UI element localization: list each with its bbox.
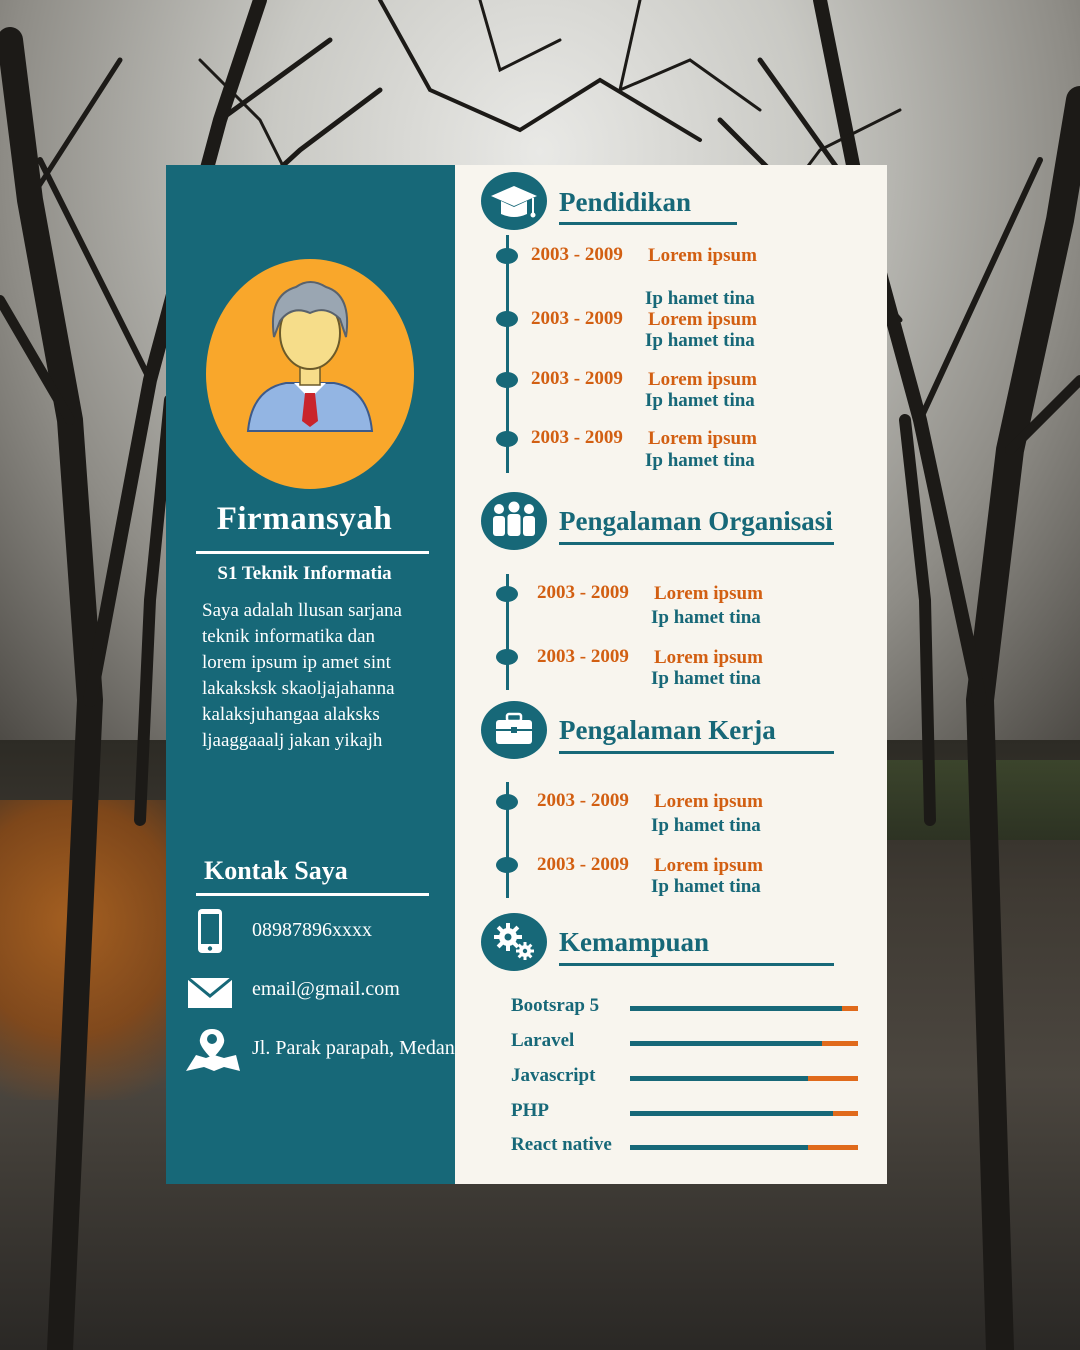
resume-card: Firmansyah S1 Teknik Informatia Saya ada… bbox=[166, 165, 887, 1184]
avatar bbox=[206, 259, 414, 489]
skill-fill bbox=[630, 1041, 822, 1046]
timeline-dot bbox=[496, 586, 518, 602]
timeline-dot bbox=[496, 311, 518, 327]
education-section-icon bbox=[481, 172, 547, 230]
work-years: 2003 - 2009 bbox=[537, 790, 629, 811]
contact-phone: 08987896xxxx bbox=[186, 909, 456, 953]
work-title: Lorem ipsum bbox=[654, 855, 763, 876]
contact-address: Jl. Parak parapah, Medan bbox=[186, 1027, 456, 1071]
gears-icon bbox=[494, 923, 534, 960]
profile-sidebar: Firmansyah S1 Teknik Informatia Saya ada… bbox=[166, 165, 455, 1184]
organization-years: 2003 - 2009 bbox=[537, 646, 629, 667]
organization-subtitle: Ip hamet tina bbox=[651, 607, 761, 628]
skill-bar bbox=[630, 1041, 858, 1046]
education-years: 2003 - 2009 bbox=[531, 244, 623, 265]
name-divider bbox=[196, 551, 429, 554]
timeline-dot bbox=[496, 794, 518, 810]
education-heading-underline bbox=[559, 222, 737, 225]
graduation-cap-icon bbox=[491, 186, 537, 218]
skill-name: Bootsrap 5 bbox=[511, 995, 600, 1016]
people-group-icon bbox=[493, 501, 535, 536]
degree-text: S1 Teknik Informatia bbox=[217, 563, 392, 584]
education-title: Lorem ipsum bbox=[648, 309, 757, 330]
timeline-dot bbox=[496, 649, 518, 665]
user-avatar-icon bbox=[246, 281, 374, 432]
work-title: Lorem ipsum bbox=[654, 791, 763, 812]
education-years: 2003 - 2009 bbox=[531, 427, 623, 448]
education-title: Lorem ipsum bbox=[648, 245, 757, 266]
skill-fill bbox=[630, 1111, 833, 1116]
education-heading: Pendidikan bbox=[559, 187, 692, 217]
skill-name: Javascript bbox=[511, 1065, 596, 1086]
skills-section-icon bbox=[481, 913, 547, 971]
contact-email: email@gmail.com bbox=[186, 968, 456, 1012]
education-subtitle: Ip hamet tina bbox=[645, 390, 755, 411]
timeline-dot bbox=[496, 248, 518, 264]
bio-line: lakaksksk skaoljajahanna bbox=[202, 678, 395, 699]
work-heading-underline bbox=[559, 751, 834, 754]
timeline-dot bbox=[496, 857, 518, 873]
skill-name: React native bbox=[511, 1134, 612, 1155]
organization-title: Lorem ipsum bbox=[654, 647, 763, 668]
skill-fill bbox=[630, 1145, 808, 1150]
contact-divider bbox=[196, 893, 429, 896]
education-title: Lorem ipsum bbox=[648, 428, 757, 449]
bio-text: Saya adalah llusan sarjana teknik inform… bbox=[202, 598, 434, 754]
education-subtitle: Ip hamet tina bbox=[645, 288, 755, 309]
timeline-dot bbox=[496, 372, 518, 388]
phone-text: 08987896xxxx bbox=[252, 919, 372, 941]
skill-bar bbox=[630, 1006, 858, 1011]
envelope-icon bbox=[187, 976, 233, 1008]
organization-years: 2003 - 2009 bbox=[537, 582, 629, 603]
timeline-dot bbox=[496, 431, 518, 447]
email-text: email@gmail.com bbox=[252, 978, 400, 1000]
skills-heading-underline bbox=[559, 963, 834, 966]
bio-line: kalaksjuhangaa alaksks bbox=[202, 704, 380, 725]
education-years: 2003 - 2009 bbox=[531, 368, 623, 389]
organization-subtitle: Ip hamet tina bbox=[651, 668, 761, 689]
bio-line: lorem ipsum ip amet sint bbox=[202, 652, 391, 673]
skill-name: PHP bbox=[511, 1100, 549, 1121]
work-years: 2003 - 2009 bbox=[537, 854, 629, 875]
briefcase-icon bbox=[496, 712, 532, 744]
bio-line: Saya adalah llusan sarjana bbox=[202, 600, 402, 621]
work-subtitle: Ip hamet tina bbox=[651, 815, 761, 836]
address-text: Jl. Parak parapah, Medan bbox=[252, 1037, 455, 1059]
map-pin-icon bbox=[186, 1029, 240, 1071]
skill-bar bbox=[630, 1111, 858, 1116]
skill-bar bbox=[630, 1145, 858, 1150]
bio-line: ljaaggaaalj jakan yikajh bbox=[202, 730, 383, 751]
person-name: Firmansyah bbox=[216, 501, 393, 537]
skill-name: Laravel bbox=[511, 1030, 575, 1051]
education-title: Lorem ipsum bbox=[648, 369, 757, 390]
organization-section-icon bbox=[481, 492, 547, 550]
work-subtitle: Ip hamet tina bbox=[651, 876, 761, 897]
phone-icon bbox=[198, 909, 222, 953]
work-section-icon bbox=[481, 701, 547, 759]
contact-heading: Kontak Saya bbox=[204, 856, 348, 885]
education-subtitle: Ip hamet tina bbox=[645, 330, 755, 351]
education-years: 2003 - 2009 bbox=[531, 308, 623, 329]
work-heading: Pengalaman Kerja bbox=[559, 715, 776, 745]
education-subtitle: Ip hamet tina bbox=[645, 450, 755, 471]
organization-heading-underline bbox=[559, 542, 834, 545]
skill-fill bbox=[630, 1076, 808, 1081]
skills-heading: Kemampuan bbox=[559, 927, 710, 957]
skill-bar bbox=[630, 1076, 858, 1081]
organization-heading: Pengalaman Organisasi bbox=[559, 506, 833, 536]
organization-title: Lorem ipsum bbox=[654, 583, 763, 604]
bio-line: teknik informatika dan bbox=[202, 626, 376, 647]
skill-fill bbox=[630, 1006, 843, 1011]
